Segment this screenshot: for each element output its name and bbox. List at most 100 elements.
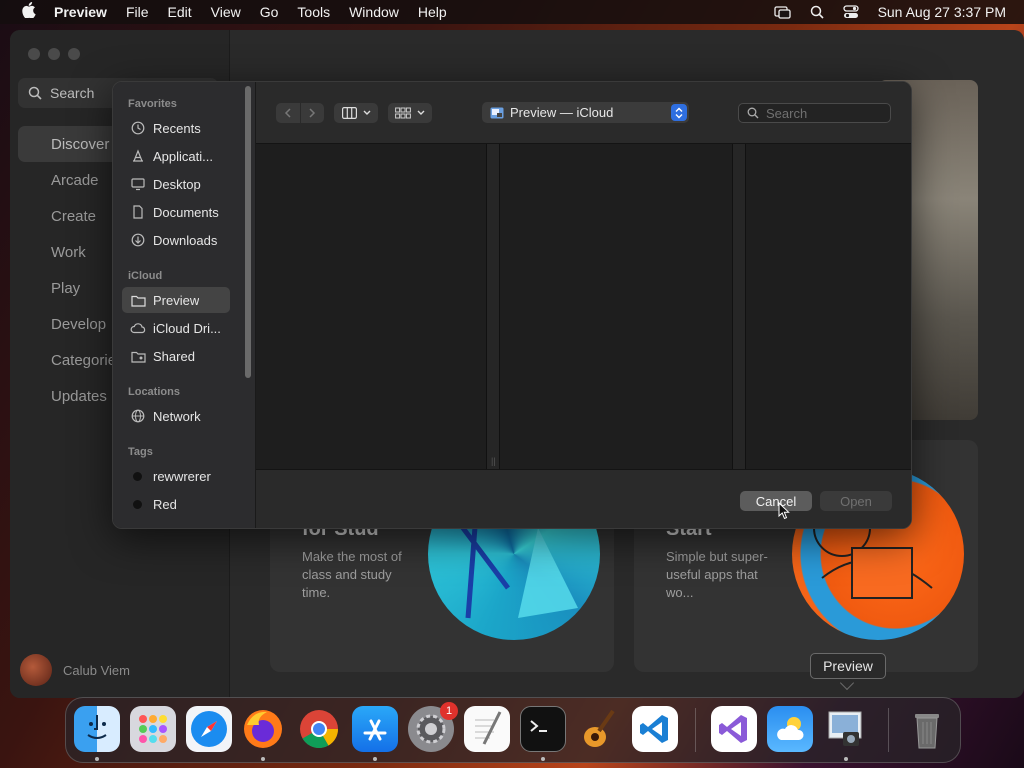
open-button[interactable]: Open	[820, 491, 892, 511]
open-file-dialog: Favorites Recents Applicati... Desktop D…	[112, 81, 912, 529]
app-store-icon	[363, 719, 387, 741]
running-indicator	[844, 757, 848, 761]
chrome-icon	[300, 710, 339, 749]
running-indicator	[373, 757, 377, 761]
menu-window[interactable]: Window	[349, 4, 399, 20]
sidebar-item-label: Or	[153, 525, 167, 529]
chevron-down-icon	[417, 110, 425, 115]
sidebar-item-label: Desktop	[153, 176, 201, 192]
sidebar-item-applications[interactable]: Applicati...	[122, 143, 230, 169]
card-description: Simple but super-useful apps that wo...	[666, 549, 768, 600]
cancel-button[interactable]: Cancel	[740, 491, 812, 511]
dialog-sidebar: Favorites Recents Applicati... Desktop D…	[113, 82, 256, 529]
menu-clock[interactable]: Sun Aug 27 3:37 PM	[878, 4, 1006, 20]
tag-color-dot	[133, 499, 142, 509]
dock-system-settings[interactable]: 1	[408, 702, 458, 752]
sidebar-item-label: Shared	[153, 348, 195, 364]
grid-view-icon	[395, 107, 411, 119]
menu-edit[interactable]: Edit	[168, 4, 192, 20]
sidebar-item-shared[interactable]: Shared	[122, 343, 230, 369]
dock-visual-studio[interactable]	[711, 706, 757, 752]
dialog-search-placeholder: Search	[766, 105, 808, 121]
running-indicator	[95, 757, 99, 761]
sidebar-item-downloads[interactable]: Downloads	[122, 227, 230, 253]
back-forward-buttons	[276, 103, 324, 123]
screen-mirroring-icon[interactable]	[774, 5, 792, 19]
dock-terminal[interactable]	[520, 706, 566, 752]
safari-compass-icon	[191, 711, 227, 747]
spotlight-search-icon[interactable]	[808, 5, 826, 19]
trash-icon	[915, 714, 939, 749]
column-view-button[interactable]	[334, 103, 378, 123]
sidebar-item-network[interactable]: Network	[122, 403, 230, 429]
tag-color-dot	[133, 471, 142, 481]
menu-help[interactable]: Help	[418, 4, 447, 20]
sidebar-tag-orange[interactable]: Or	[122, 519, 230, 529]
dialog-footer: Cancel Open	[256, 469, 911, 528]
dock-safari[interactable]	[186, 706, 232, 752]
sidebar-tag-rewwrerer[interactable]: rewwrerer	[122, 463, 230, 489]
sidebar-item-label: Applicati...	[153, 148, 213, 164]
dock-firefox[interactable]	[240, 706, 286, 752]
zoom-window-button[interactable]	[68, 48, 80, 60]
sidebar-item-label: Downloads	[153, 232, 218, 248]
location-popup[interactable]: Preview — iCloud	[482, 102, 689, 123]
notification-badge: 1	[440, 702, 458, 720]
dock-finder[interactable]	[74, 706, 120, 752]
app-store-search-placeholder: Search	[50, 85, 95, 101]
sidebar-tag-red[interactable]: Red	[122, 491, 230, 517]
shared-folder-icon	[130, 348, 146, 364]
dock-vscode[interactable]	[632, 706, 678, 752]
firefox-icon	[244, 710, 282, 748]
dock-launchpad[interactable]	[130, 706, 176, 752]
cloud-sun-icon	[777, 717, 804, 740]
minimize-window-button[interactable]	[48, 48, 60, 60]
control-center-icon[interactable]	[842, 5, 860, 19]
dock-garageband[interactable]	[576, 706, 622, 752]
column-resize-handle[interactable]	[732, 144, 746, 470]
dialog-toolbar: Preview — iCloud Search	[256, 82, 911, 144]
menu-go[interactable]: Go	[260, 4, 279, 20]
dock-trash[interactable]	[904, 706, 950, 752]
dock-weather[interactable]	[767, 706, 813, 752]
section-tags: Tags	[128, 446, 153, 458]
sidebar-item-icloud-drive[interactable]: iCloud Dri...	[122, 315, 230, 341]
menu-view[interactable]: View	[211, 4, 241, 20]
account-button[interactable]: Calub Viem	[20, 654, 130, 686]
preview-icon	[828, 711, 862, 746]
guitar-icon	[584, 709, 615, 747]
running-indicator	[261, 757, 265, 761]
dock-chrome[interactable]	[296, 706, 342, 752]
vscode-icon	[640, 715, 668, 743]
sidebar-item-desktop[interactable]: Desktop	[122, 171, 230, 197]
menu-file[interactable]: File	[126, 4, 149, 20]
sidebar-item-documents[interactable]: Documents	[122, 199, 230, 225]
location-label: Preview — iCloud	[510, 105, 614, 120]
terminal-icon	[530, 720, 547, 732]
dock-separator	[695, 708, 696, 752]
user-name: Calub Viem	[63, 662, 130, 678]
sidebar-item-recents[interactable]: Recents	[122, 115, 230, 141]
dock-textedit[interactable]	[464, 706, 510, 752]
column-resize-handle[interactable]: ||	[486, 144, 500, 470]
menu-app-name[interactable]: Preview	[54, 4, 107, 20]
back-button[interactable]	[276, 103, 300, 123]
sidebar-item-preview[interactable]: Preview	[122, 287, 230, 313]
launchpad-icon	[139, 715, 167, 743]
dock-app-store[interactable]	[352, 706, 398, 752]
dock-preview[interactable]	[823, 706, 869, 752]
sidebar-item-label: Network	[153, 408, 201, 424]
close-window-button[interactable]	[28, 48, 40, 60]
sidebar-item-label: Red	[153, 496, 177, 512]
dialog-search-field[interactable]: Search	[738, 103, 891, 123]
sidebar-scrollbar[interactable]	[245, 86, 251, 378]
group-view-button[interactable]	[388, 103, 432, 123]
card-description: Make the most of class and study time.	[302, 549, 402, 600]
chevron-down-icon	[363, 110, 370, 115]
forward-button[interactable]	[299, 103, 325, 123]
menu-tools[interactable]: Tools	[297, 4, 330, 20]
apple-menu-icon[interactable]	[18, 2, 40, 22]
desktop-icon	[130, 176, 146, 192]
globe-icon	[130, 408, 146, 424]
search-icon	[747, 107, 759, 119]
